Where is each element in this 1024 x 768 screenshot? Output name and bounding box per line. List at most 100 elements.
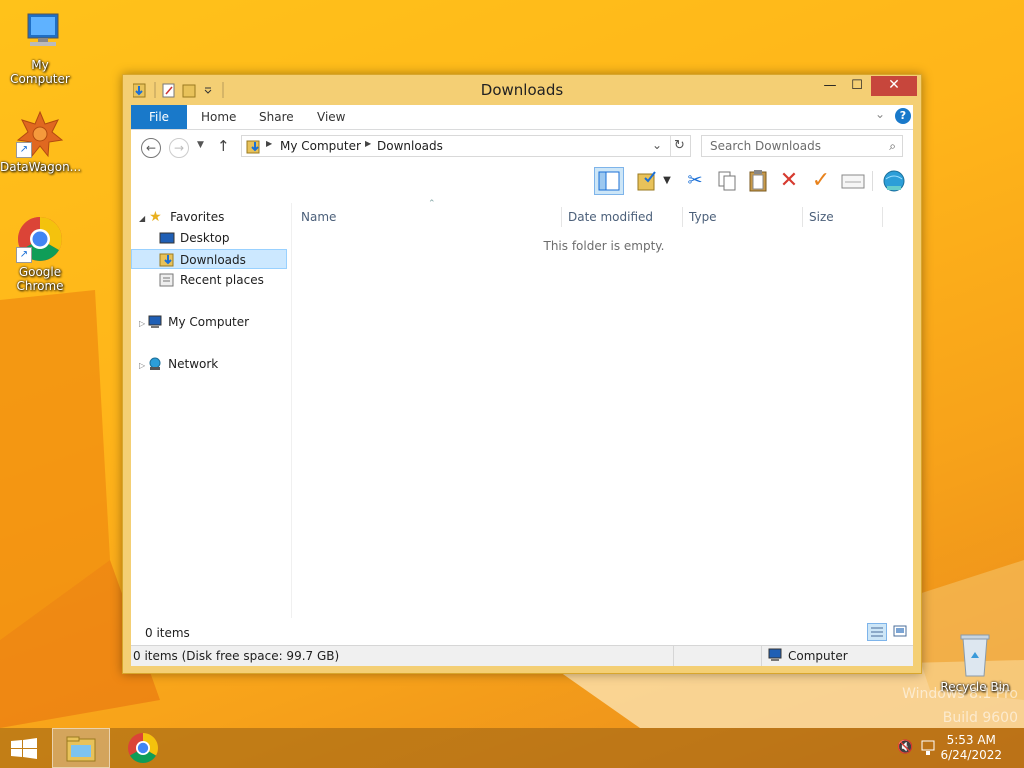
cut-icon[interactable]: ✂ (682, 168, 708, 194)
details-view-icon (871, 627, 883, 637)
expanded-arrow-icon: ◢ (139, 214, 146, 223)
nav-favorites[interactable]: ◢ ★ Favorites (139, 207, 224, 227)
window-client-area: File Home Share View ⌄ ? ← → ▼ ↑ ▶ My Co… (131, 105, 913, 666)
breadcrumb-separator-icon: ▶ (365, 139, 372, 148)
collapsed-arrow-icon: ▷ (139, 319, 146, 328)
minimize-button[interactable]: — (816, 76, 844, 96)
refresh-icon[interactable]: ↻ (674, 138, 685, 153)
desktop-icon-datawagon[interactable]: ↗ DataWagon... (0, 110, 81, 174)
ribbon-expand-chevron-icon[interactable]: ⌄ (875, 107, 885, 121)
status-location: Computer (788, 649, 848, 663)
taskbar-google-chrome[interactable] (114, 728, 172, 768)
desktop-icon-recycle-bin[interactable]: Recycle Bin (935, 630, 1015, 694)
nav-item-recent-places[interactable]: Recent places (159, 270, 264, 290)
preview-pane-button[interactable] (594, 167, 624, 195)
properties-icon (841, 174, 865, 189)
system-clock[interactable]: 5:53 AM 6/24/2022 (940, 733, 1002, 763)
breadcrumb-downloads[interactable]: Downloads (377, 139, 443, 153)
search-placeholder: Search Downloads (710, 139, 821, 153)
properties-button[interactable] (840, 168, 866, 194)
volume-muted-icon[interactable]: 🔇 (897, 740, 913, 755)
taskbar-file-explorer[interactable] (52, 728, 110, 768)
navigation-pane: ◢ ★ Favorites Desktop Downloads Recent pla… (131, 203, 291, 618)
os-watermark-edition: Windows 8.1 Pro (902, 686, 1018, 702)
computer-icon (767, 648, 783, 668)
help-icon[interactable]: ? (895, 108, 911, 124)
ribbon-tabs: File Home Share View ⌄ ? (131, 105, 913, 130)
tab-home[interactable]: Home (191, 105, 246, 129)
desktop: My Computer ↗ DataWagon... ↗ Google Chro… (0, 0, 1024, 768)
network-icon (147, 357, 163, 371)
desktop-icon-my-computer[interactable]: My Computer (0, 8, 80, 86)
column-header-type[interactable]: Type (683, 207, 803, 227)
forward-button[interactable]: → (169, 138, 189, 158)
search-input[interactable]: Search Downloads ⌕ (701, 135, 903, 157)
os-watermark-build: Build 9600 (942, 710, 1018, 726)
network-globe-button[interactable] (881, 168, 907, 194)
command-toolbar: ▼ ✂ ✕ ✓ (131, 165, 913, 197)
layout-pane-icon (598, 171, 620, 191)
windows-logo-icon (11, 738, 37, 759)
maximize-button[interactable]: ☐ (843, 76, 871, 96)
rename-check-icon[interactable]: ✓ (808, 168, 834, 194)
delete-icon[interactable]: ✕ (776, 168, 802, 194)
computer-icon (16, 8, 64, 56)
clock-time: 5:53 AM (946, 733, 996, 747)
copy-button[interactable] (714, 168, 740, 194)
address-dropdown-chevron-icon[interactable]: ⌄ (652, 138, 662, 152)
chrome-icon: ↗ (16, 215, 64, 263)
window-title: Downloads (480, 81, 564, 99)
downloads-folder-icon (246, 140, 260, 154)
file-explorer-icon (66, 736, 96, 762)
details-view-button[interactable] (867, 623, 887, 641)
collapsed-arrow-icon: ▷ (139, 361, 146, 370)
nav-item-downloads[interactable]: Downloads (131, 249, 287, 269)
up-button[interactable]: ↑ (217, 137, 230, 155)
folder-options-dropdown-icon[interactable]: ▼ (661, 168, 673, 194)
paste-icon (749, 170, 767, 192)
nav-my-computer[interactable]: ▷ My Computer (139, 312, 249, 332)
empty-folder-message: This folder is empty. (543, 239, 665, 253)
tab-share[interactable]: Share (249, 105, 304, 129)
copy-icon (718, 171, 736, 191)
large-icons-view-icon (893, 625, 907, 637)
downloads-folder-icon (159, 253, 175, 267)
folder-check-icon (637, 171, 656, 191)
globe-icon (883, 170, 905, 192)
folder-options-button[interactable] (635, 168, 661, 194)
search-icon: ⌕ (889, 139, 896, 153)
breadcrumb-separator-icon: ▶ (266, 139, 273, 148)
address-bar[interactable]: ▶ My Computer ▶ Downloads ⌄ ↻ (241, 135, 691, 157)
shortcut-arrow-icon: ↗ (16, 142, 32, 158)
recycle-bin-icon (951, 630, 999, 678)
status-line: 0 items (131, 622, 913, 644)
nav-item-desktop[interactable]: Desktop (159, 228, 230, 248)
network-status-icon[interactable] (920, 739, 938, 760)
breadcrumb-my-computer[interactable]: My Computer (280, 139, 361, 153)
paste-button[interactable] (745, 168, 771, 194)
navigation-bar: ← → ▼ ↑ ▶ My Computer ▶ Downloads ⌄ ↻ Se… (131, 130, 913, 164)
chrome-icon (128, 733, 159, 764)
nav-network[interactable]: ▷ Network (139, 354, 218, 374)
datawagon-icon: ↗ (16, 110, 64, 158)
file-list: ⌃ Name Date modified Type Size This fold… (295, 199, 913, 618)
item-count: 0 items (145, 626, 190, 640)
tab-view[interactable]: View (307, 105, 355, 129)
column-header-date-modified[interactable]: Date modified (562, 207, 683, 227)
recent-places-icon (159, 273, 175, 287)
back-button[interactable]: ← (141, 138, 161, 158)
close-button[interactable]: ✕ (871, 76, 917, 96)
star-icon: ★ (149, 208, 162, 225)
status-detail: 0 items (Disk free space: 99.7 GB) (133, 649, 340, 663)
title-bar[interactable]: Downloads — ☐ ✕ (123, 75, 921, 105)
start-button[interactable] (0, 728, 48, 768)
explorer-window: Downloads — ☐ ✕ File Home Share View ⌄ ?… (122, 74, 922, 674)
large-icons-view-button[interactable] (891, 623, 911, 641)
computer-icon (147, 315, 163, 329)
desktop-icon-google-chrome[interactable]: ↗ Google Chrome (0, 215, 80, 293)
tab-file[interactable]: File (131, 105, 187, 129)
column-header-name[interactable]: Name (295, 207, 562, 227)
column-header-size[interactable]: Size (803, 207, 883, 227)
status-bar: 0 items (Disk free space: 99.7 GB) Compu… (131, 645, 913, 666)
recent-locations-chevron-icon[interactable]: ▼ (197, 140, 204, 150)
